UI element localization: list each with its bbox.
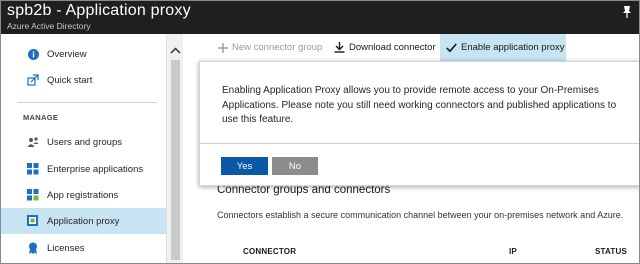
portal-window: spb2b - Application proxy Azure Active D…: [0, 0, 640, 264]
no-button[interactable]: No: [272, 157, 318, 175]
pin-icon[interactable]: [621, 5, 633, 19]
enterprise-apps-icon: [27, 163, 39, 175]
confirmation-dialog: Enabling Application Proxy allows you to…: [199, 61, 639, 186]
download-connector-button[interactable]: Download connector: [334, 34, 436, 61]
sidebar-menu: Overview Quick start MANAGE Users and gr…: [1, 34, 166, 263]
sidebar-item-licenses[interactable]: Licenses: [1, 235, 166, 261]
sidebar-item-users-and-groups[interactable]: Users and groups: [1, 129, 166, 155]
checkmark-icon: [446, 42, 457, 53]
sidebar-item-quick-start[interactable]: Quick start: [1, 67, 166, 93]
sidebar-section-label: MANAGE: [23, 113, 59, 122]
sidebar-item-enterprise-applications[interactable]: Enterprise applications: [1, 156, 166, 182]
quick-start-icon: [27, 74, 39, 86]
sidebar-item-label: Quick start: [47, 74, 93, 86]
sidebar-scrollbar[interactable]: [166, 34, 184, 263]
new-connector-group-button[interactable]: New connector group: [217, 34, 322, 61]
download-connector-label: Download connector: [349, 42, 436, 53]
plus-icon: [217, 42, 228, 53]
title-bar: spb2b - Application proxy Azure Active D…: [1, 1, 639, 34]
column-header-ip[interactable]: IP: [509, 247, 517, 256]
app-proxy-icon: [27, 215, 39, 227]
enable-application-proxy-label: Enable application proxy: [461, 42, 565, 53]
section-description: Connectors establish a secure communicat…: [217, 210, 624, 220]
yes-button[interactable]: Yes: [221, 157, 268, 175]
sidebar: Overview Quick start MANAGE Users and gr…: [1, 34, 184, 263]
sidebar-item-app-registrations[interactable]: App registrations: [1, 182, 166, 208]
dialog-message: Enabling Application Proxy allows you to…: [222, 85, 617, 125]
dialog-divider: [200, 143, 639, 144]
sidebar-item-label: App registrations: [47, 189, 119, 201]
users-icon: [27, 136, 39, 148]
sidebar-item-label: Licenses: [47, 242, 85, 254]
sidebar-item-label: Users and groups: [47, 136, 122, 148]
info-icon: [27, 48, 39, 60]
new-connector-group-label: New connector group: [232, 42, 323, 53]
sidebar-item-overview[interactable]: Overview: [1, 41, 166, 67]
page-title: spb2b - Application proxy: [7, 2, 191, 19]
download-icon: [334, 42, 345, 53]
sidebar-item-application-proxy[interactable]: Application proxy: [1, 208, 166, 234]
chevron-up-icon[interactable]: [167, 46, 184, 56]
app-registrations-icon: [27, 189, 39, 201]
sidebar-item-label: Application proxy: [47, 215, 120, 227]
command-bar: New connector group Download connector E…: [183, 34, 639, 61]
column-header-status[interactable]: STATUS: [595, 247, 627, 256]
licenses-icon: [27, 242, 39, 254]
sidebar-item-label: Overview: [47, 48, 87, 60]
sidebar-divider: [17, 102, 157, 103]
column-header-connector[interactable]: CONNECTOR: [243, 247, 296, 256]
page-subtitle: Azure Active Directory: [7, 21, 91, 31]
enable-application-proxy-button[interactable]: Enable application proxy: [440, 34, 566, 61]
scrollbar-thumb[interactable]: [171, 60, 180, 260]
sidebar-item-label: Enterprise applications: [47, 163, 144, 175]
